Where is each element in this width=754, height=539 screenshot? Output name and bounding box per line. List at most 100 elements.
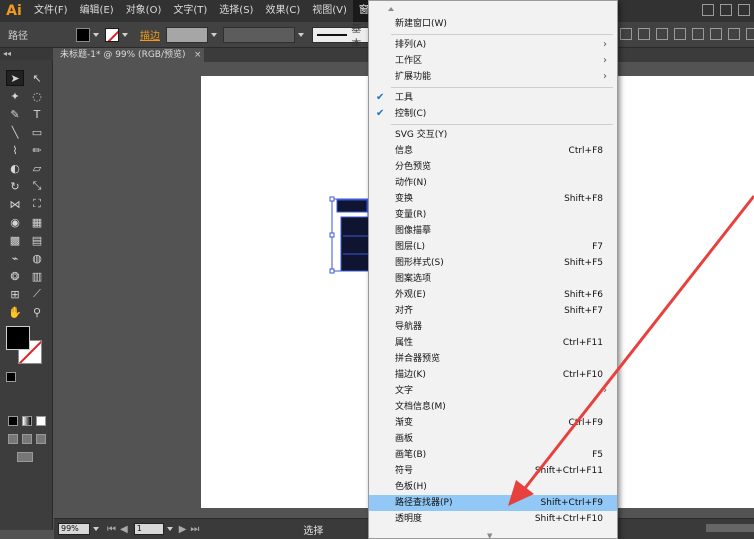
horizontal-scrollbar[interactable]	[706, 524, 754, 532]
column-graph-tool-icon[interactable]: ▥	[28, 268, 46, 284]
chevron-down-icon[interactable]	[122, 32, 128, 37]
paintbrush-tool-icon[interactable]: ⌇	[6, 142, 24, 158]
selected-shape-top[interactable]	[336, 199, 368, 213]
previous-artboard-icon[interactable]: ◀	[120, 524, 128, 535]
selection-tool-icon[interactable]: ➤	[6, 70, 24, 86]
stroke-weight-field[interactable]	[166, 26, 208, 43]
window-menu-item[interactable]: ✔ 工具	[369, 90, 617, 106]
stroke-color-swatch[interactable]	[105, 27, 119, 42]
blend-tool-icon[interactable]: ◍	[28, 250, 46, 266]
window-menu-item[interactable]: 图案选项	[369, 271, 617, 287]
menu-5[interactable]: 选择(S)	[213, 0, 259, 22]
window-menu-item[interactable]: 分色预览	[369, 159, 617, 175]
menu-7[interactable]: 视图(V)	[306, 0, 353, 22]
window-menu-item[interactable]: 路径查找器(P) Shift+Ctrl+F9	[369, 495, 617, 511]
window-menu-item[interactable]: 文档信息(M)	[369, 399, 617, 415]
window-menu-item[interactable]: 画笔(B) F5	[369, 447, 617, 463]
eraser-tool-icon[interactable]: ▱	[28, 160, 46, 176]
window-menu-item[interactable]: 新建窗口(W)	[369, 16, 617, 32]
slice-tool-icon[interactable]: ⟋	[28, 286, 46, 302]
chevron-down-icon[interactable]	[298, 32, 304, 37]
window-menu-item[interactable]: 透明度 Shift+Ctrl+F10	[369, 511, 617, 527]
chevron-down-icon[interactable]	[93, 32, 99, 37]
chevron-down-icon[interactable]	[93, 527, 99, 531]
window-menu-item[interactable]: 文字 ›	[369, 383, 617, 399]
scroll-down-icon[interactable]: ▼	[487, 532, 501, 539]
selection-handle[interactable]	[329, 268, 335, 274]
align-middle-icon[interactable]	[692, 28, 704, 40]
shape-builder-tool-icon[interactable]: ◉	[6, 214, 24, 230]
toolbar-collapse-handle[interactable]: ◂◂	[0, 48, 53, 60]
align-top-icon[interactable]	[674, 28, 686, 40]
menu-1[interactable]: 文件(F)	[28, 0, 74, 22]
artboard-number-field[interactable]: 1	[133, 523, 164, 535]
window-menu-item[interactable]: 画板	[369, 431, 617, 447]
fill-swatch[interactable]	[6, 326, 30, 350]
draw-normal-icon[interactable]	[8, 434, 18, 444]
window-menu-item[interactable]: 工作区 ›	[369, 53, 617, 69]
window-menu-item[interactable]: 符号 Shift+Ctrl+F11	[369, 463, 617, 479]
lasso-tool-icon[interactable]: ◌	[28, 88, 46, 104]
fill-color-swatch[interactable]	[76, 27, 90, 42]
chevron-down-icon[interactable]	[166, 527, 173, 531]
window-menu-item[interactable]: 对齐 Shift+F7	[369, 303, 617, 319]
last-artboard-icon[interactable]: ⏭	[190, 524, 199, 535]
selection-handle[interactable]	[329, 196, 335, 202]
window-menu-item[interactable]: SVG 交互(Y)	[369, 127, 617, 143]
direct-selection-tool-icon[interactable]: ↖	[28, 70, 46, 86]
eyedropper-tool-icon[interactable]: ⌁	[6, 250, 24, 266]
width-tool-icon[interactable]: ⋈	[6, 196, 24, 212]
selected-object[interactable]	[329, 196, 370, 274]
panel-menu-icon[interactable]	[746, 28, 754, 40]
brush-definition-field[interactable]: 基本	[312, 24, 370, 50]
selection-handle[interactable]	[329, 232, 335, 238]
align-left-icon[interactable]	[620, 28, 632, 40]
window-menu-item[interactable]: 色板(H)	[369, 479, 617, 495]
perspective-grid-tool-icon[interactable]: ▦	[28, 214, 46, 230]
restore-icon[interactable]	[720, 4, 732, 16]
menu-6[interactable]: 效果(C)	[259, 0, 306, 22]
close-window-icon[interactable]	[738, 4, 750, 16]
window-menu-item[interactable]: 属性 Ctrl+F11	[369, 335, 617, 351]
color-mode-icon[interactable]	[8, 416, 18, 426]
window-menu-item[interactable]: 外观(E) Shift+F6	[369, 287, 617, 303]
screen-mode-icon[interactable]	[17, 452, 33, 462]
window-menu-item[interactable]: 拼合器预览	[369, 351, 617, 367]
line-tool-icon[interactable]: ╲	[6, 124, 24, 140]
next-artboard-icon[interactable]: ▶	[179, 524, 187, 535]
hand-tool-icon[interactable]: ✋	[6, 304, 24, 320]
window-menu-item[interactable]: 渐变 Ctrl+F9	[369, 415, 617, 431]
draw-inside-icon[interactable]	[36, 434, 46, 444]
window-menu-item[interactable]: ✔ 控制(C)	[369, 106, 617, 122]
blob-brush-tool-icon[interactable]: ◐	[6, 160, 24, 176]
window-menu-item[interactable]: 动作(N)	[369, 175, 617, 191]
scroll-up-icon[interactable]	[388, 7, 394, 11]
artboard-tool-icon[interactable]: ⊞	[6, 286, 24, 302]
stroke-label-link[interactable]: 描边	[140, 27, 160, 42]
variable-width-profile-field[interactable]	[223, 26, 295, 43]
minimize-icon[interactable]	[702, 4, 714, 16]
menu-4[interactable]: 文字(T)	[167, 0, 213, 22]
pen-tool-icon[interactable]: ✎	[6, 106, 24, 122]
window-menu-item[interactable]: 导航器	[369, 319, 617, 335]
default-colors-icon[interactable]	[6, 372, 16, 382]
menu-2[interactable]: 编辑(E)	[74, 0, 120, 22]
window-menu-item[interactable]: 变换 Shift+F8	[369, 191, 617, 207]
none-mode-icon[interactable]	[36, 416, 46, 426]
gradient-tool-icon[interactable]: ▤	[28, 232, 46, 248]
window-menu-item[interactable]: 图形样式(S) Shift+F5	[369, 255, 617, 271]
window-menu-item[interactable]: 变量(R)	[369, 207, 617, 223]
window-menu-item[interactable]: 描边(K) Ctrl+F10	[369, 367, 617, 383]
window-menu-item[interactable]: 排列(A) ›	[369, 37, 617, 53]
zoom-level-field[interactable]: 99%	[58, 523, 90, 535]
magic-wand-tool-icon[interactable]: ✦	[6, 88, 24, 104]
first-artboard-icon[interactable]: ⏮	[107, 524, 116, 535]
window-menu-item[interactable]: 图层(L) F7	[369, 239, 617, 255]
rectangle-tool-icon[interactable]: ▭	[28, 124, 46, 140]
align-right-icon[interactable]	[656, 28, 668, 40]
align-bottom-icon[interactable]	[710, 28, 722, 40]
document-tab[interactable]: 未标题-1* @ 99% (RGB/预览) ×	[54, 48, 204, 62]
window-menu-item[interactable]: 信息 Ctrl+F8	[369, 143, 617, 159]
close-icon[interactable]: ×	[194, 48, 202, 62]
window-menu-item[interactable]: 扩展功能 ›	[369, 69, 617, 85]
